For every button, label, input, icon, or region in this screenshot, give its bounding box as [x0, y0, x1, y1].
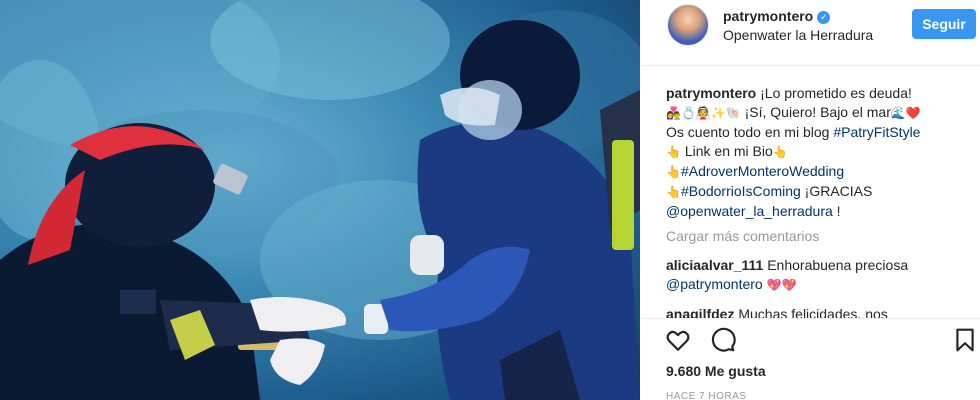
comment-item: aliciaalvar_111 Enhorabuena preciosa @pa…: [666, 256, 976, 295]
caption-emoji: 👆: [666, 165, 681, 179]
caption-line-1: patrymontero ¡Lo prometido es deuda!: [666, 84, 976, 103]
comment-text: Enhorabuena preciosa: [763, 257, 909, 273]
caption-line-7: @openwater_la_herradura !: [666, 202, 976, 221]
mention-link[interactable]: @patrymontero: [666, 276, 763, 292]
post-username[interactable]: patrymontero ✓: [723, 8, 831, 24]
caption-line-5: 👆#AdroverMonteroWedding: [666, 162, 976, 182]
caption-text: ¡GRACIAS: [800, 183, 873, 199]
comment-emoji: 💖💖: [766, 278, 797, 292]
underwater-scene-illustration: [0, 0, 640, 400]
comment-username[interactable]: aliciaalvar_111: [666, 257, 763, 273]
load-more-comments-link[interactable]: Cargar más comentarios: [666, 227, 976, 246]
caption-text: ¡Sí, Quiero! Bajo el mar: [740, 104, 891, 120]
heart-icon[interactable]: [665, 327, 691, 353]
comment-item: anagilfdez Muchas felicidades, nos: [666, 305, 976, 319]
caption-line-4: 👆 Link en mi Bio👆: [666, 142, 976, 162]
caption-text: Link en mi Bio: [680, 143, 773, 159]
hashtag-link[interactable]: #BodorrioIsComing: [681, 183, 801, 199]
post-location[interactable]: Openwater la Herradura: [723, 27, 873, 43]
likes-count[interactable]: 9.680 Me gusta: [666, 363, 766, 379]
caption-text: Os cuento todo en mi blog: [666, 124, 834, 140]
username-text[interactable]: patrymontero: [723, 8, 813, 24]
hashtag-link[interactable]: #PatryFitStyle: [833, 124, 920, 140]
caption-emoji: 👆: [666, 145, 681, 159]
post-timestamp: HACE 7 HORAS: [666, 391, 747, 400]
caption-emoji: 🌊❤️: [890, 106, 921, 120]
caption-line-6: 👆#BodorrioIsComing ¡GRACIAS: [666, 182, 976, 202]
caption-text: !: [832, 203, 841, 219]
comments-section: patrymontero ¡Lo prometido es deuda! 👩‍❤…: [666, 84, 976, 319]
caption-text: ¡Lo prometido es deuda!: [756, 85, 912, 101]
post-actions: 9.680 Me gusta HACE 7 HORAS: [640, 318, 980, 400]
post-photo[interactable]: [0, 0, 640, 400]
caption-username[interactable]: patrymontero: [666, 85, 756, 101]
follow-button[interactable]: Seguir: [912, 9, 976, 39]
comment-icon[interactable]: [710, 327, 736, 353]
verified-icon: ✓: [817, 11, 831, 24]
caption-emoji: 👆: [772, 145, 788, 159]
post-header: patrymontero ✓ Openwater la Herradura Seg…: [640, 0, 980, 66]
bookmark-icon[interactable]: [952, 327, 978, 353]
caption-line-2: 👩‍❤️‍👨💍👰✨🐚 ¡Sí, Quiero! Bajo el mar🌊❤️: [666, 103, 976, 123]
hashtag-link[interactable]: #AdroverMonteroWedding: [681, 163, 844, 179]
mention-link[interactable]: @openwater_la_herradura: [666, 203, 833, 219]
avatar[interactable]: [667, 4, 709, 46]
caption-line-3: Os cuento todo en mi blog #PatryFitStyle: [666, 123, 976, 142]
caption-emoji: 👆: [666, 185, 681, 199]
post-sidebar: patrymontero ✓ Openwater la Herradura Seg…: [640, 0, 980, 400]
caption-emoji: 👩‍❤️‍👨💍👰✨🐚: [666, 106, 741, 120]
